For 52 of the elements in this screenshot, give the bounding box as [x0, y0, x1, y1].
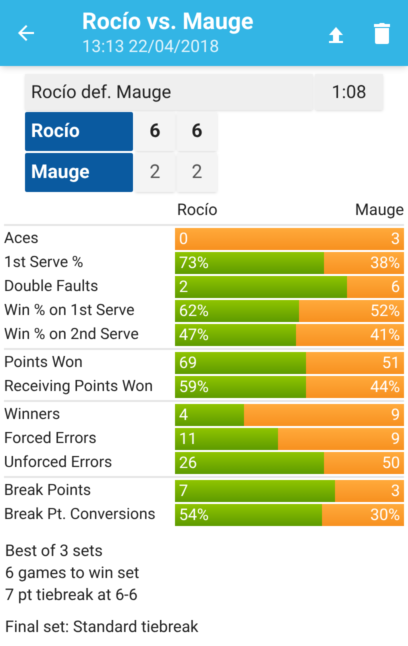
final-set-rule: Final set: Standard tiebreak: [5, 616, 200, 638]
stat-value: 69: [179, 352, 197, 374]
match-rule: Best of 3 sets: [5, 540, 104, 562]
column-header: Mauge: [355, 199, 404, 221]
stat-value: 47%: [179, 324, 209, 346]
screen-title: Rocío vs. Mauge: [82, 8, 254, 36]
stat-value: 0: [179, 228, 188, 250]
set-score: 2: [135, 153, 175, 192]
set-score: 6: [177, 112, 217, 151]
stat-label: Winners: [4, 404, 62, 426]
match-rule: 7 pt tiebreak at 6-6: [5, 584, 139, 606]
stat-value: 11: [179, 428, 197, 450]
match-rule: 6 games to win set: [5, 562, 140, 584]
stat-value: 51: [382, 352, 400, 374]
stat-value: 9: [391, 428, 400, 450]
stat-label: Points Won: [4, 352, 84, 374]
stat-label: Win % on 1st Serve: [4, 300, 136, 322]
column-header: Rocío: [176, 199, 218, 221]
stat-label: Break Pt. Conversions: [4, 504, 157, 526]
stat-value: 62%: [179, 300, 209, 322]
stat-value: 38%: [370, 252, 400, 274]
set-score: 6: [135, 112, 175, 151]
stat-label: 1st Serve %: [4, 252, 84, 274]
stat-value: 30%: [370, 504, 400, 526]
stat-label: Aces: [4, 228, 40, 250]
stat-value: 73%: [179, 252, 209, 274]
stat-value: 50: [382, 452, 400, 474]
stat-value: 26: [179, 452, 197, 474]
set-score: 2: [177, 153, 217, 192]
stat-value: 54%: [179, 504, 209, 526]
stat-value: 9: [391, 404, 400, 426]
stat-value: 3: [391, 228, 400, 250]
stat-label: Win % on 2nd Serve: [4, 324, 140, 346]
stat-value: 41%: [370, 324, 400, 346]
stat-value: 52%: [370, 300, 400, 322]
stat-value: 59%: [179, 376, 209, 398]
stat-value: 6: [391, 276, 400, 298]
stat-label: Unforced Errors: [4, 452, 114, 474]
stat-label: Break Points: [4, 480, 92, 502]
player-name: Rocío: [25, 112, 133, 151]
match-duration: 1:08: [315, 74, 383, 110]
stat-value: 2: [179, 276, 188, 298]
stat-label: Double Faults: [4, 276, 100, 298]
player-name: Mauge: [25, 153, 133, 192]
stat-value: 44%: [370, 376, 400, 398]
stat-label: Forced Errors: [4, 428, 98, 450]
match-date: 13:13 22/04/2018: [82, 36, 220, 58]
result-summary: Rocío def. Mauge: [25, 74, 313, 110]
stat-value: 3: [391, 480, 400, 502]
stat-value: 4: [179, 404, 188, 426]
stat-label: Receiving Points Won: [4, 376, 154, 398]
stat-value: 7: [179, 480, 188, 502]
